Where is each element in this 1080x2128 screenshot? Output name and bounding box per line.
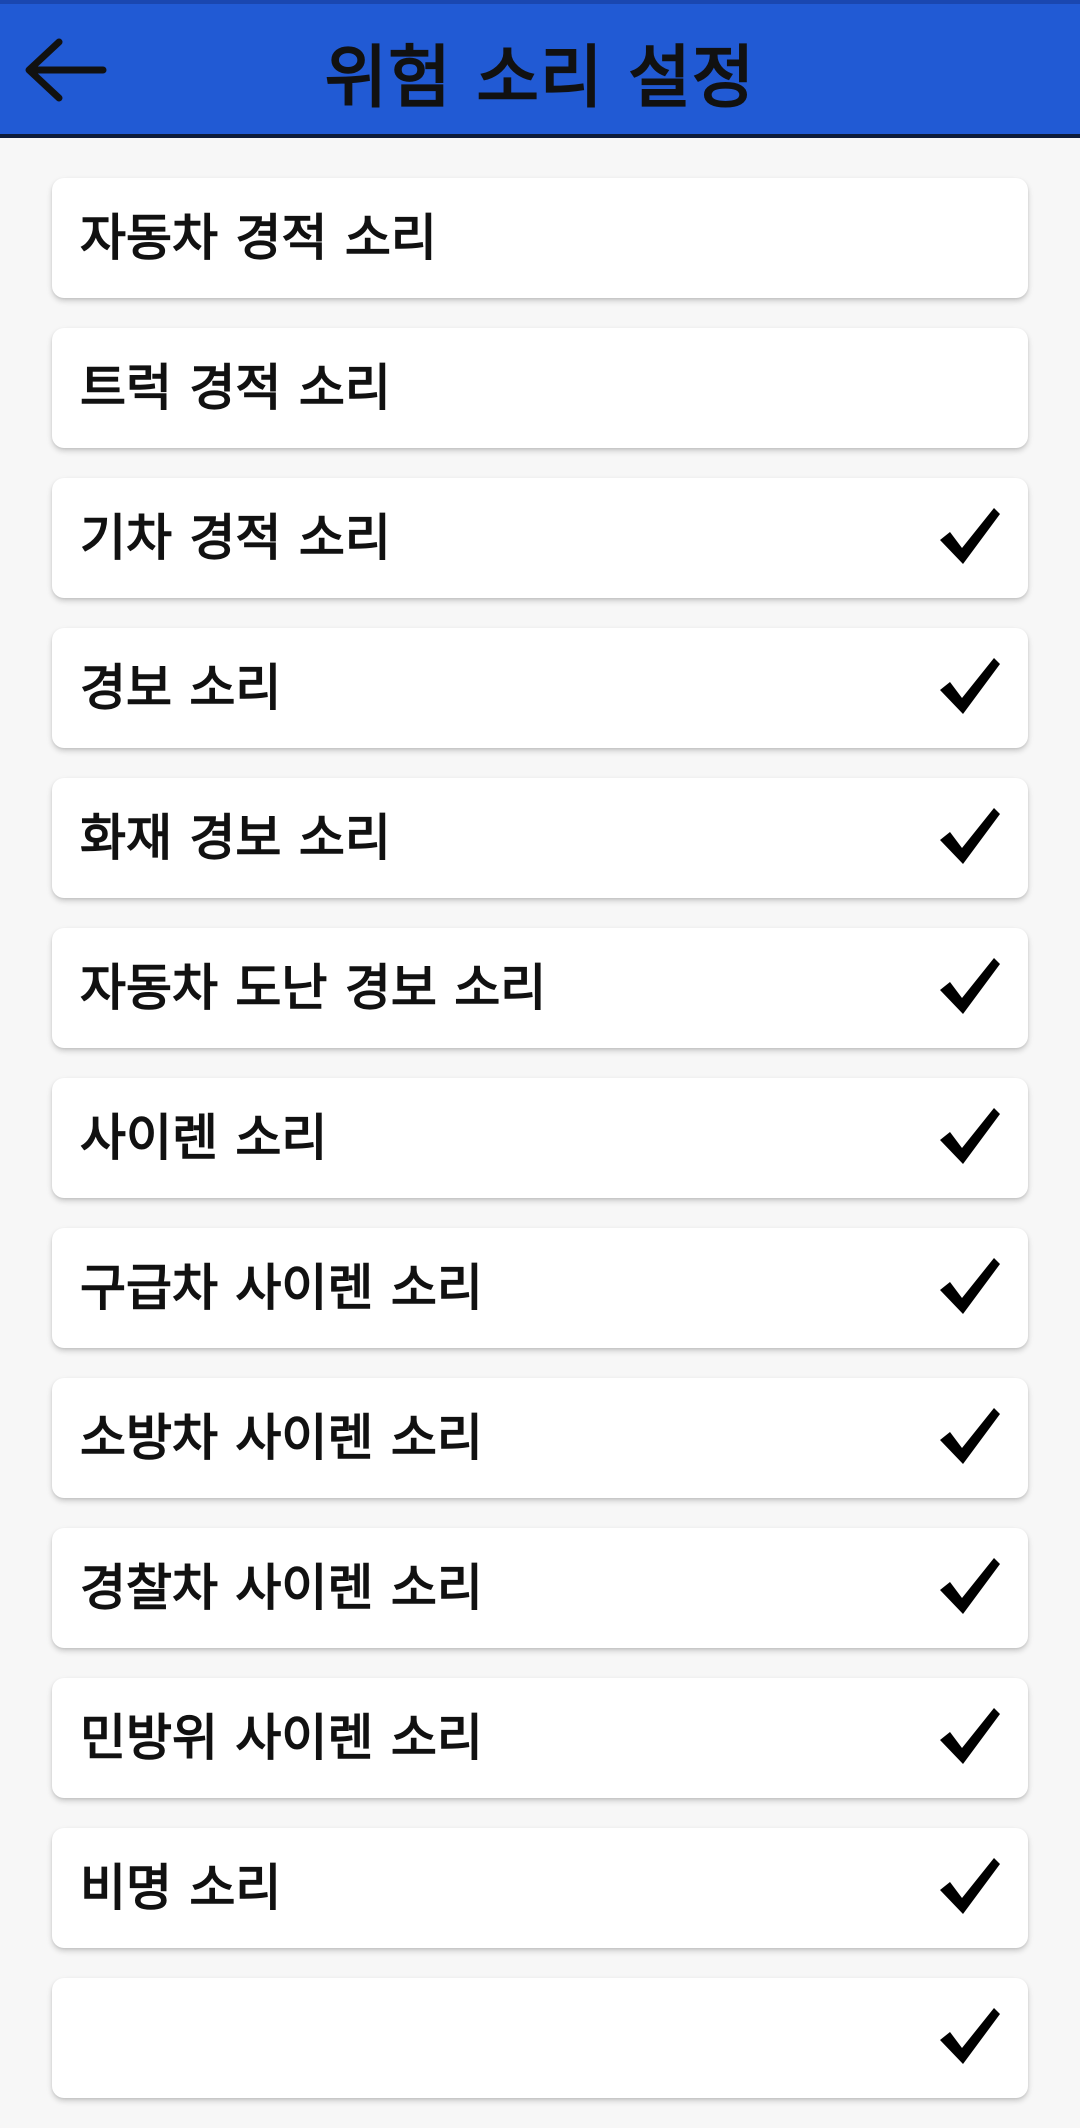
- list-item[interactable]: 트럭 경적 소리: [52, 328, 1028, 448]
- list-item[interactable]: 경보 소리: [52, 628, 1028, 748]
- list-item[interactable]: 민방위 사이렌 소리: [52, 1678, 1028, 1798]
- app-bar: 위험 소리 설정: [0, 0, 1080, 138]
- checkmark-icon: [940, 1708, 1000, 1764]
- list-item-label: 경찰차 사이렌 소리: [80, 1559, 483, 1617]
- checkmark-icon: [940, 2008, 1000, 2064]
- checkmark-icon: [940, 1108, 1000, 1164]
- checkmark-icon: [940, 1408, 1000, 1464]
- list-item[interactable]: [52, 1978, 1028, 2098]
- checkmark-icon: [940, 1258, 1000, 1314]
- sound-list: 자동차 경적 소리트럭 경적 소리기차 경적 소리경보 소리화재 경보 소리자동…: [52, 178, 1028, 2128]
- list-item[interactable]: 자동차 경적 소리: [52, 178, 1028, 298]
- checkmark-icon: [940, 808, 1000, 864]
- list-item-label: 자동차 도난 경보 소리: [80, 959, 547, 1017]
- list-item[interactable]: 소방차 사이렌 소리: [52, 1378, 1028, 1498]
- page-title: 위험 소리 설정: [324, 38, 756, 118]
- list-item-label: 구급차 사이렌 소리: [80, 1259, 483, 1317]
- list-item-label: 사이렌 소리: [80, 1109, 328, 1167]
- list-item[interactable]: 경찰차 사이렌 소리: [52, 1528, 1028, 1648]
- checkmark-icon: [940, 508, 1000, 564]
- list-item[interactable]: 자동차 도난 경보 소리: [52, 928, 1028, 1048]
- list-item-label: 화재 경보 소리: [80, 809, 391, 867]
- list-item-label: 경보 소리: [80, 659, 282, 717]
- list-item[interactable]: 비명 소리: [52, 1828, 1028, 1948]
- list-item[interactable]: 기차 경적 소리: [52, 478, 1028, 598]
- list-item[interactable]: 구급차 사이렌 소리: [52, 1228, 1028, 1348]
- checkmark-icon: [940, 958, 1000, 1014]
- list-item-label: 기차 경적 소리: [80, 509, 391, 567]
- checkmark-icon: [940, 1858, 1000, 1914]
- list-item[interactable]: 사이렌 소리: [52, 1078, 1028, 1198]
- list-item[interactable]: 화재 경보 소리: [52, 778, 1028, 898]
- checkmark-icon: [940, 1558, 1000, 1614]
- list-item-label: 민방위 사이렌 소리: [80, 1709, 483, 1767]
- checkmark-icon: [940, 658, 1000, 714]
- list-item-label: 트럭 경적 소리: [80, 359, 391, 417]
- list-item-label: 비명 소리: [80, 1859, 282, 1917]
- list-item-label: 소방차 사이렌 소리: [80, 1409, 483, 1467]
- list-item-label: 자동차 경적 소리: [80, 209, 437, 267]
